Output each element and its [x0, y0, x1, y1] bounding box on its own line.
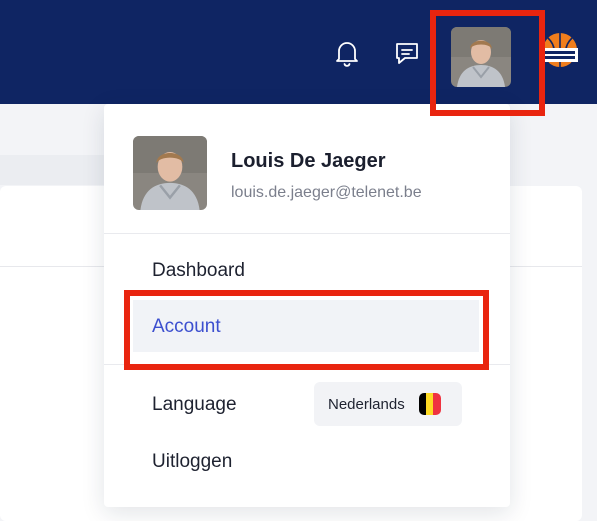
user-name: Louis De Jaeger — [231, 150, 386, 172]
avatar — [133, 136, 207, 210]
menu-item-logout[interactable]: Uitloggen — [152, 451, 232, 473]
user-email: louis.de.jaeger@telenet.be — [231, 184, 422, 201]
menu-item-language: Language — [152, 394, 237, 415]
highlight-box-account — [124, 290, 489, 370]
highlight-box-avatar — [430, 10, 545, 116]
language-select[interactable]: Nederlands — [314, 382, 462, 426]
bell-icon[interactable] — [332, 38, 362, 68]
menu-item-dashboard[interactable]: Dashboard — [152, 260, 245, 282]
belgium-flag-icon — [418, 393, 441, 415]
chat-icon[interactable] — [392, 38, 422, 68]
background-card — [0, 155, 104, 185]
menu-divider — [104, 233, 510, 234]
language-select-value: Nederlands — [328, 395, 405, 413]
basketball-belgium-logo[interactable] — [542, 32, 578, 76]
